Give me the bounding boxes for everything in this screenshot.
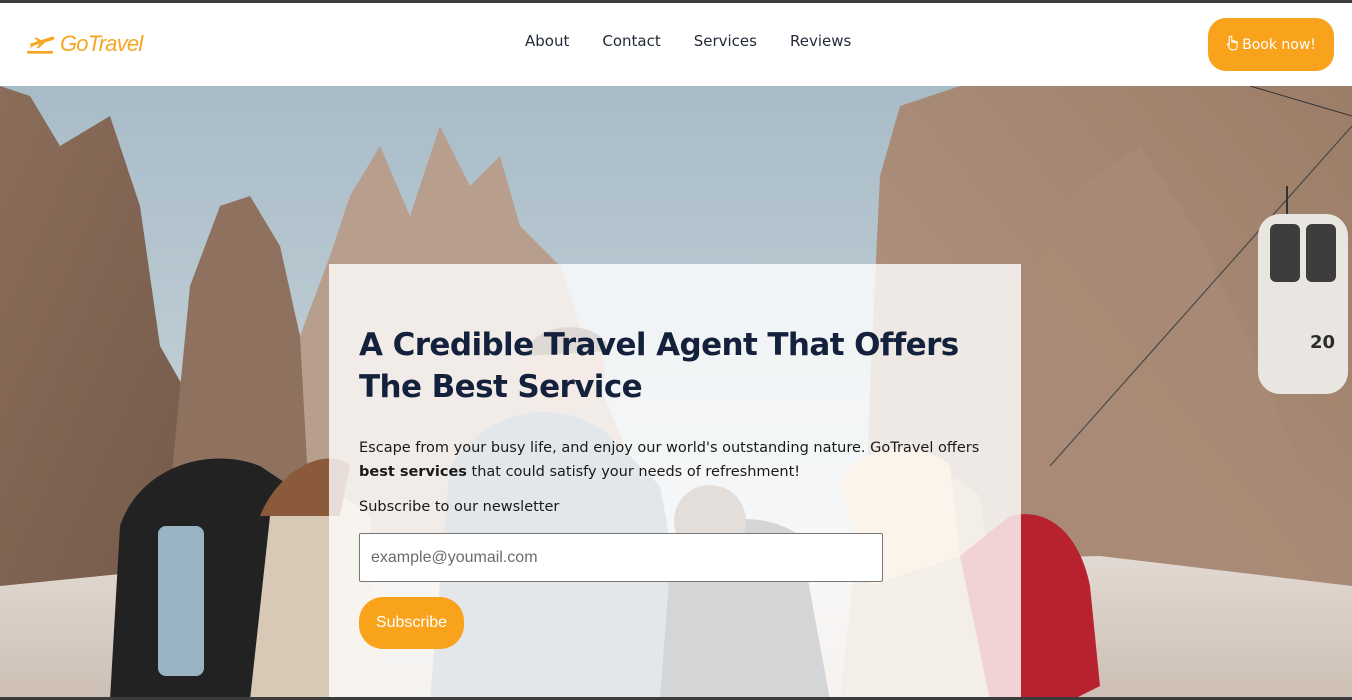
nav-about[interactable]: About <box>525 32 569 50</box>
book-now-label: Book now! <box>1242 36 1316 53</box>
hero-title: A Credible Travel Agent That Offers The … <box>359 327 959 405</box>
subscribe-button[interactable]: Subscribe <box>359 597 464 649</box>
nav-services[interactable]: Services <box>694 32 757 50</box>
nav-reviews[interactable]: Reviews <box>790 32 851 50</box>
hero-section: 20 A Credible Travel Agent That Offers T… <box>0 86 1352 700</box>
newsletter-label: Subscribe to our newsletter <box>359 499 560 515</box>
hero-description: Escape from your busy life, and enjoy ou… <box>359 436 991 484</box>
hero-card: A Credible Travel Agent That Offers The … <box>329 264 1021 700</box>
site-header: GoTravel About Contact Services Reviews … <box>0 3 1352 86</box>
hero-description-part1: Escape from your busy life, and enjoy ou… <box>359 440 980 456</box>
logo-link[interactable]: GoTravel <box>26 31 143 57</box>
airplane-icon <box>26 32 56 56</box>
book-now-button[interactable]: Book now! <box>1208 18 1334 71</box>
gondola-number: 20 <box>1310 332 1335 353</box>
email-input[interactable] <box>359 533 883 582</box>
logo-text: GoTravel <box>60 31 143 56</box>
pointing-hand-icon <box>1226 35 1240 55</box>
nav-contact[interactable]: Contact <box>602 32 660 50</box>
hero-description-part2: that could satisfy your needs of refresh… <box>466 464 801 480</box>
hero-description-highlight: best services <box>359 464 467 480</box>
gondola-illustration: 20 <box>1258 186 1348 394</box>
main-nav: About Contact Services Reviews <box>525 32 884 50</box>
